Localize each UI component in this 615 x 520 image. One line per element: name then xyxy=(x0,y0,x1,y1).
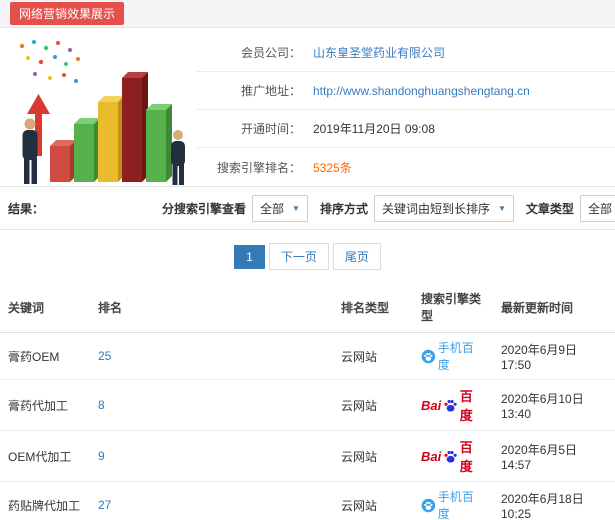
rank-type-cell: 云网站 xyxy=(333,332,413,380)
engine-filter-select[interactable]: 全部 ▼ xyxy=(252,194,308,222)
sort-filter-value: 关键词由短到长排序 xyxy=(381,201,490,216)
open-time-value: 2019年11月20日 09:08 xyxy=(313,122,435,136)
table-row: 膏药OEM 25 云网站 Bai 百度 xyxy=(0,332,615,380)
table-header-row: 关键词 排名 排名类型 搜索引擎类型 最新更新时间 xyxy=(0,282,615,333)
page-1-button[interactable]: 1 xyxy=(234,244,265,269)
engine-filter-label: 分搜索引擎查看 xyxy=(162,201,247,216)
updated-time-cell: 2020年6月9日 17:50 xyxy=(493,332,615,380)
table-row: 药贴牌代加工 27 云网站 Bai 百度 xyxy=(0,481,615,520)
article-type-value: 全部 xyxy=(587,201,612,216)
rank-type-cell: 云网站 xyxy=(333,481,413,520)
engine-cell: Bai 百度 手机百度 xyxy=(413,332,493,380)
baidu-paw-icon xyxy=(444,450,457,463)
table-row: OEM代加工 9 云网站 Bai 百度 2020年6月5日 14:57 xyxy=(0,430,615,482)
sort-filter-label: 排序方式 xyxy=(319,201,368,216)
member-company-row: 会员公司： 山东皇圣堂药业有限公司 xyxy=(196,34,615,72)
member-url-row: 推广地址： http://www.shandonghuangshengtang.… xyxy=(196,72,615,110)
updated-time-cell: 2020年6月5日 14:57 xyxy=(493,430,615,482)
baidu-logo: Bai 百度 xyxy=(421,440,473,474)
updated-time-cell: 2020年6月18日 10:25 xyxy=(493,481,615,520)
chevron-down-icon: ▼ xyxy=(292,203,300,213)
mobile-baidu-icon xyxy=(421,498,436,512)
filter-controls: 分搜索引擎查看 全部 ▼ 排序方式 关键词由短到长排序 ▼ 文章类型 全部 ▼ … xyxy=(162,194,615,223)
filter-bar: 结果： 分搜索引擎查看 全部 ▼ 排序方式 关键词由短到长排序 ▼ 文章类型 全… xyxy=(0,186,615,230)
col-rank-type: 排名类型 xyxy=(333,282,413,333)
chevron-down-icon: ▼ xyxy=(498,203,506,213)
sort-filter-select[interactable]: 关键词由短到长排序 ▼ xyxy=(373,194,514,222)
mobile-baidu-logo: 手机百度 xyxy=(421,488,485,520)
last-page-button[interactable]: 尾页 xyxy=(332,243,381,270)
table-body: 膏药OEM 25 云网站 Bai 百度 xyxy=(0,332,615,520)
updated-time-cell: 2020年6月10日 13:40 xyxy=(493,379,615,431)
article-type-label: 文章类型 xyxy=(525,201,574,216)
col-keyword: 关键词 xyxy=(0,282,90,333)
col-updated: 最新更新时间 xyxy=(493,282,615,333)
col-rank: 排名 xyxy=(90,282,333,333)
baidu-paw-icon xyxy=(444,399,457,412)
mobile-baidu-logo: 手机百度 xyxy=(421,339,485,373)
article-type-select[interactable]: 全部 ▼ xyxy=(579,194,615,222)
keyword-cell: OEM代加工 xyxy=(0,430,90,482)
keyword-cell: 药贴牌代加工 xyxy=(0,481,90,520)
keyword-cell: 膏药代加工 xyxy=(0,379,90,431)
engine-rank-count: 5325条 xyxy=(313,160,352,175)
page-title-badge: 网络营销效果展示 xyxy=(10,2,125,25)
result-label: 结果： xyxy=(8,201,45,216)
top-section: 会员公司： 山东皇圣堂药业有限公司 推广地址： http://www.shand… xyxy=(0,28,615,186)
rank-link[interactable]: 27 xyxy=(98,498,111,512)
topbar: 网络营销效果展示 xyxy=(0,0,615,28)
rank-type-cell: 云网站 xyxy=(333,430,413,482)
baidu-logo: Bai 百度 xyxy=(421,389,473,423)
engine-cell: Bai 百度 手机百度 xyxy=(413,481,493,520)
promo-url-link[interactable]: http://www.shandonghuangshengtang.cn xyxy=(313,84,530,98)
rank-link[interactable]: 25 xyxy=(98,349,111,363)
promo-url-label: 推广地址： xyxy=(240,84,301,98)
rank-table: 关键词 排名 排名类型 搜索引擎类型 最新更新时间 膏药OEM 25 云网站 B… xyxy=(0,282,615,520)
member-opened-row: 开通时间： 2019年11月20日 09:08 xyxy=(196,110,615,148)
company-label: 会员公司： xyxy=(240,46,301,60)
col-engine-type: 搜索引擎类型 xyxy=(413,282,493,333)
table-row: 膏药代加工 8 云网站 Bai 百度 2020年6月10日 13:40 xyxy=(0,379,615,431)
pagination: 1 下一页 尾页 xyxy=(0,230,615,282)
engine-filter-value: 全部 xyxy=(260,201,285,216)
rank-link[interactable]: 9 xyxy=(98,449,105,463)
member-info: 会员公司： 山东皇圣堂药业有限公司 推广地址： http://www.shand… xyxy=(196,34,615,186)
member-rank-row: 搜索引擎排名： 5325条 xyxy=(196,148,615,186)
open-time-label: 开通时间： xyxy=(240,122,301,136)
rank-link[interactable]: 8 xyxy=(98,398,105,412)
engine-cell: Bai 百度 手机百度 xyxy=(413,430,493,482)
rank-type-cell: 云网站 xyxy=(333,379,413,431)
promo-bar-chart-image xyxy=(8,34,190,186)
company-link[interactable]: 山东皇圣堂药业有限公司 xyxy=(313,44,445,61)
engine-rank-label: 搜索引擎排名： xyxy=(216,160,301,175)
engine-cell: Bai 百度 手机百度 xyxy=(413,379,493,431)
mobile-baidu-icon xyxy=(421,349,436,363)
keyword-cell: 膏药OEM xyxy=(0,332,90,380)
next-page-button[interactable]: 下一页 xyxy=(268,243,329,270)
